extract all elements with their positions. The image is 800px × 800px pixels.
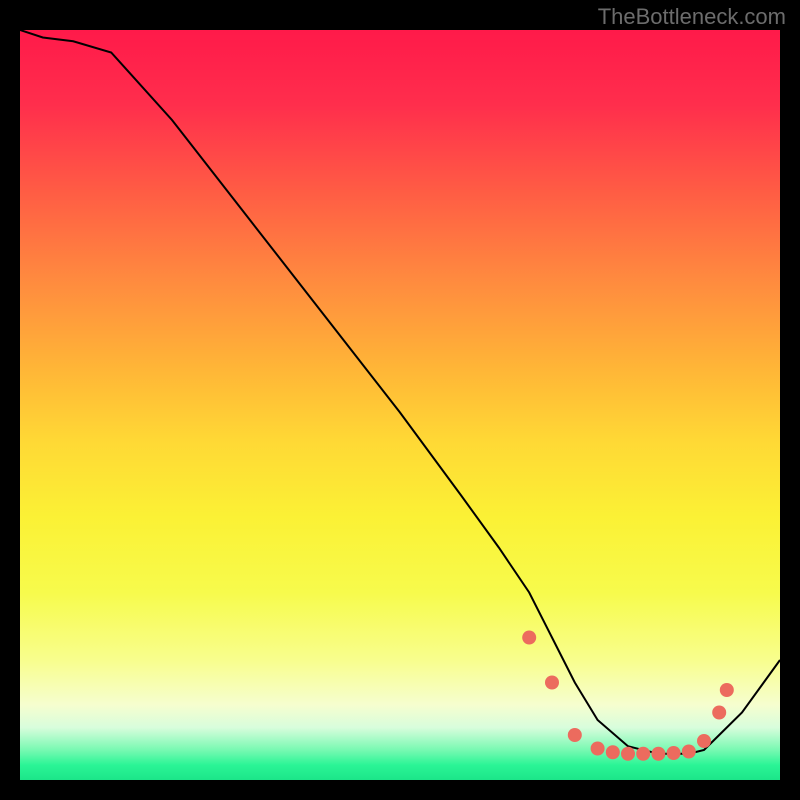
chart-point: [667, 746, 681, 760]
chart-point: [545, 676, 559, 690]
chart-point: [636, 747, 650, 761]
chart-plot-area: [20, 30, 780, 780]
chart-point: [682, 745, 696, 759]
chart-points: [522, 631, 734, 761]
chart-point: [606, 745, 620, 759]
chart-point: [651, 747, 665, 761]
chart-svg: [20, 30, 780, 780]
chart-curve: [20, 30, 780, 754]
watermark-text: TheBottleneck.com: [598, 4, 786, 30]
chart-point: [712, 706, 726, 720]
chart-point: [720, 683, 734, 697]
chart-point: [697, 734, 711, 748]
chart-point: [591, 742, 605, 756]
chart-point: [568, 728, 582, 742]
chart-point: [522, 631, 536, 645]
chart-point: [621, 747, 635, 761]
